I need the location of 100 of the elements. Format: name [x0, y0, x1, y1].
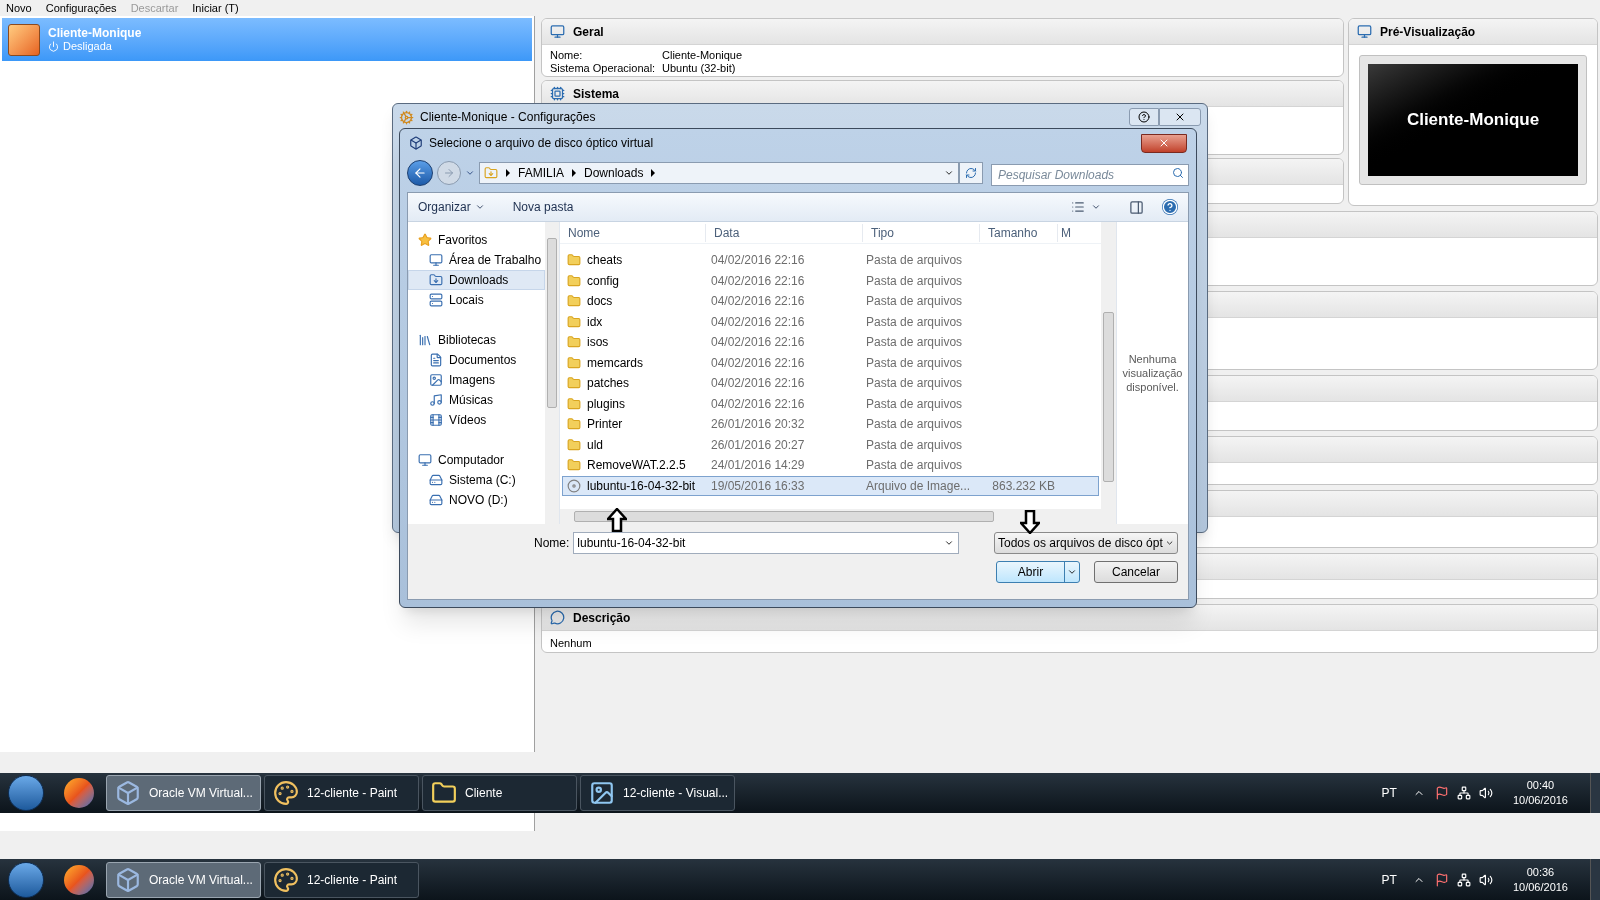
nav-item[interactable]: Área de Trabalho [408, 250, 545, 270]
nav-item[interactable]: NOVO (D:) [408, 490, 545, 510]
search-field[interactable]: Pesquisar Downloads [991, 164, 1189, 186]
menu-item[interactable]: Configurações [45, 0, 117, 17]
scrollbar[interactable] [560, 509, 1116, 524]
breadcrumb-item[interactable]: Downloads [584, 164, 644, 182]
film-icon [429, 413, 443, 427]
dialog-button[interactable]: Cancelar [1094, 561, 1178, 583]
column-header[interactable]: Tipo [863, 223, 980, 242]
down-arrow-icon [1020, 510, 1040, 534]
taskbar-button[interactable]: Oracle VM Virtual... [106, 775, 261, 811]
field-label: Nome: [534, 535, 570, 552]
nav-item[interactable]: Downloads [408, 270, 545, 290]
toolbar-button[interactable]: Organizar [418, 198, 485, 216]
file-type-dropdown[interactable]: Todos os arquivos de disco ópt [994, 532, 1178, 554]
file-type: Pasta de arquivos [866, 313, 964, 331]
help-button[interactable] [1129, 108, 1159, 126]
file-name: memcards [587, 354, 643, 372]
speaker-icon[interactable] [1478, 786, 1493, 800]
file-name: isos [587, 334, 609, 352]
browser-icon[interactable] [64, 864, 94, 895]
speech-bubble-icon [550, 610, 565, 625]
help-icon[interactable] [1162, 199, 1178, 215]
help-icon [1138, 111, 1150, 123]
network-icon[interactable] [1456, 872, 1471, 887]
nav-item[interactable]: Imagens [408, 370, 545, 390]
server-icon [429, 293, 443, 307]
triangle-icon [651, 169, 656, 177]
detail-label: Sistema Operacional: [550, 62, 657, 75]
triangle-icon [506, 169, 510, 177]
menu-item[interactable]: Novo [6, 0, 32, 17]
file-row[interactable]: uld 26/01/2016 20:27 Pasta de arquivos [562, 434, 1099, 455]
filename-field[interactable]: lubuntu-16-04-32-bit [573, 532, 960, 554]
scrollbar[interactable] [1101, 222, 1116, 509]
description-text: Nenhum [550, 637, 592, 649]
column-header[interactable]: Tamanho [980, 223, 1058, 242]
nav-item[interactable]: Músicas [408, 390, 545, 410]
nav-item[interactable]: Sistema (C:) [408, 470, 545, 490]
detail-value: Ubuntu (32-bit) [662, 62, 737, 75]
file-row[interactable]: plugins 04/02/2016 22:16 Pasta de arquivos [562, 393, 1099, 414]
nav-group[interactable]: Favoritos [418, 230, 545, 250]
column-header[interactable]: M [1058, 223, 1078, 242]
back-button[interactable] [407, 160, 433, 186]
caret-icon[interactable] [944, 538, 955, 548]
file-row[interactable]: patches 04/02/2016 22:16 Pasta de arquivos [562, 373, 1099, 394]
start-button-icon[interactable] [8, 861, 44, 898]
file-row[interactable]: idx 04/02/2016 22:16 Pasta de arquivos [562, 311, 1099, 332]
network-icon[interactable] [1456, 786, 1471, 800]
file-row[interactable]: memcards 04/02/2016 22:16 Pasta de arquivos [562, 352, 1099, 373]
caret-icon[interactable] [944, 168, 954, 178]
nav-group[interactable]: Computador [418, 450, 545, 470]
nav-group[interactable]: Bibliotecas [418, 330, 545, 350]
arrow-right-icon [443, 167, 455, 179]
nav-item[interactable]: Documentos [408, 350, 545, 370]
nav-item[interactable]: Locais [408, 290, 545, 310]
caret-icon [474, 202, 485, 212]
file-type: Pasta de arquivos [866, 354, 964, 372]
taskbar-button[interactable]: 12-cliente - Paint [264, 775, 419, 811]
address-bar[interactable]: FAMILIA Downloads [479, 162, 959, 184]
column-header[interactable]: Nome [560, 223, 706, 242]
refresh-button[interactable] [959, 162, 983, 184]
caret-icon[interactable] [465, 168, 475, 178]
language-indicator[interactable]: PT [1381, 870, 1397, 889]
file-date: 04/02/2016 22:16 [710, 354, 806, 372]
folder-icon [567, 396, 581, 411]
preview-pane-icon[interactable] [1129, 199, 1144, 215]
breadcrumb-item[interactable]: FAMILIA [518, 164, 564, 182]
file-row[interactable]: RemoveWAT.2.2.5 24/01/2016 14:29 Pasta de arquivos [562, 455, 1099, 476]
file-row[interactable]: cheats 04/02/2016 22:16 Pasta de arquivos [562, 250, 1099, 271]
dialog-button[interactable]: Abrir [996, 561, 1080, 583]
file-name: Printer [587, 416, 623, 434]
file-row[interactable]: Printer 26/01/2016 20:32 Pasta de arquivos [562, 414, 1099, 435]
taskbar-button[interactable]: 12-cliente - Visual... [580, 775, 735, 811]
close-button[interactable] [1141, 133, 1187, 153]
taskbar-button[interactable]: Oracle VM Virtual... [106, 861, 261, 898]
file-name: patches [587, 375, 630, 393]
toolbar-button[interactable]: Nova pasta [512, 198, 574, 216]
browser-icon[interactable] [64, 778, 94, 808]
cube-icon [115, 780, 141, 806]
file-row[interactable]: config 04/02/2016 22:16 Pasta de arquivos [562, 270, 1099, 291]
file-date: 26/01/2016 20:27 [710, 436, 806, 454]
flag-icon[interactable] [1434, 786, 1449, 800]
folder-icon [567, 294, 581, 309]
column-header[interactable]: Data [706, 223, 863, 242]
view-list-icon[interactable] [1071, 200, 1085, 214]
speaker-icon[interactable] [1478, 872, 1493, 887]
menu-item[interactable]: Iniciar (T) [192, 0, 239, 17]
file-name: uld [587, 436, 603, 454]
file-row[interactable]: lubuntu-16-04-32-bit 19/05/2016 16:33 Arquivo de Image... 863.232 KB [562, 475, 1099, 496]
flag-icon[interactable] [1434, 872, 1449, 887]
vm-status: Desligada [63, 39, 112, 53]
language-indicator[interactable]: PT [1381, 784, 1397, 802]
file-row[interactable]: isos 04/02/2016 22:16 Pasta de arquivos [562, 332, 1099, 353]
file-date: 04/02/2016 22:16 [710, 272, 806, 290]
taskbar-button[interactable]: Cliente [422, 775, 577, 811]
start-button-icon[interactable] [8, 775, 44, 811]
scrollbar[interactable] [545, 222, 559, 524]
taskbar-button[interactable]: 12-cliente - Paint [264, 861, 419, 898]
caret-icon[interactable] [1091, 202, 1101, 212]
nav-item[interactable]: Vídeos [408, 410, 545, 430]
